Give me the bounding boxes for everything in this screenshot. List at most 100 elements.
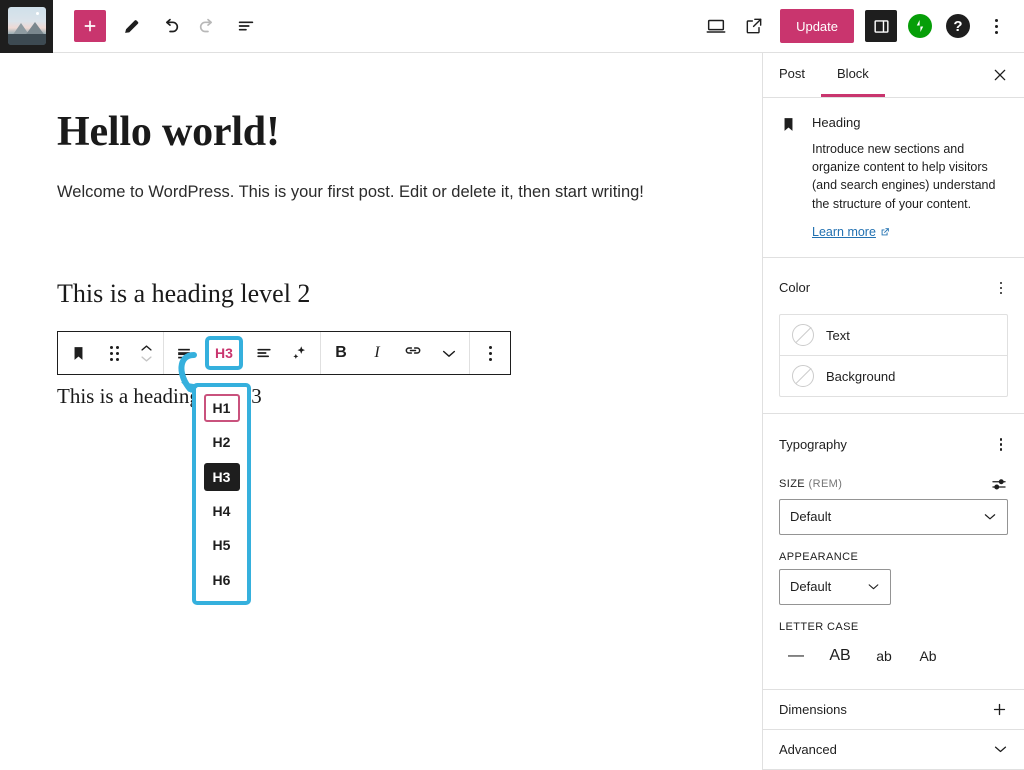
letter-case-uppercase-button[interactable]: AB (823, 639, 857, 673)
editor-canvas: Hello world! Welcome to WordPress. This … (0, 53, 762, 770)
ai-assistant-button[interactable] (282, 332, 318, 374)
settings-sidebar-toggle-button[interactable] (865, 10, 897, 42)
color-row-label: Text (826, 327, 850, 343)
block-mover[interactable] (132, 343, 161, 364)
color-row-background[interactable]: Background (780, 355, 1007, 396)
edit-tool-button[interactable] (114, 8, 150, 44)
dimensions-section-row[interactable]: Dimensions (763, 690, 1024, 730)
tab-block[interactable]: Block (821, 53, 885, 97)
bold-button[interactable]: B (323, 332, 359, 374)
heading-bookmark-icon (784, 118, 793, 131)
chevron-up-icon[interactable] (139, 343, 154, 353)
top-bar-right-tools: Update ? (698, 8, 1024, 44)
italic-button[interactable]: I (359, 332, 395, 374)
color-row-text[interactable]: Text (780, 315, 1007, 355)
block-transform-button[interactable] (166, 332, 202, 374)
desktop-preview-icon (706, 19, 726, 33)
typography-options-button[interactable] (994, 430, 1009, 459)
post-title[interactable]: Hello world! (57, 109, 280, 155)
block-toolbar-group-block (58, 332, 163, 374)
heading-level-2-block[interactable]: This is a heading level 2 (57, 279, 310, 309)
link-button[interactable] (395, 332, 431, 374)
learn-more-label: Learn more (812, 224, 876, 239)
sparkles-icon (293, 346, 305, 359)
editor-top-bar: Update ? (0, 0, 1024, 53)
document-overview-button[interactable] (228, 8, 264, 44)
mountain-ridge-shape (7, 34, 46, 45)
drag-handle-button[interactable] (96, 332, 132, 374)
tab-post[interactable]: Post (763, 53, 821, 97)
redo-button[interactable] (190, 8, 226, 44)
help-button[interactable]: ? (946, 14, 970, 38)
close-sidebar-button[interactable] (984, 59, 1016, 91)
chevron-down-icon (868, 584, 879, 590)
size-label-group: SIZE (REM) (779, 478, 842, 490)
letter-case-none-button[interactable]: — (779, 639, 813, 673)
undo-icon (165, 18, 179, 33)
update-button[interactable]: Update (780, 9, 854, 43)
view-post-button[interactable] (736, 8, 772, 44)
jetpack-button[interactable] (908, 14, 932, 38)
heading-level-option-h4[interactable]: H4 (204, 497, 240, 525)
redo-icon (199, 18, 213, 33)
heading-level-option-h6[interactable]: H6 (204, 566, 240, 594)
chevron-down-icon (442, 350, 456, 357)
color-options-list: Text Background (779, 314, 1008, 398)
chevron-down-icon[interactable] (993, 744, 1008, 754)
appearance-select[interactable]: Default (779, 568, 891, 605)
advanced-title: Advanced (779, 741, 837, 757)
no-color-swatch-icon (792, 365, 814, 388)
undo-button[interactable] (152, 8, 188, 44)
typography-section-title: Typography (779, 436, 847, 452)
site-icon-button[interactable] (0, 0, 53, 53)
appearance-value: Default (790, 579, 832, 595)
paragraph-block[interactable]: Welcome to WordPress. This is your first… (57, 179, 697, 205)
chevron-down-icon[interactable] (139, 354, 154, 364)
block-card-title: Heading (812, 115, 861, 130)
site-icon-image (7, 7, 46, 45)
top-bar-left-tools (53, 8, 264, 44)
block-card-description: Introduce new sections and organize cont… (812, 142, 996, 211)
align-text-button[interactable] (246, 332, 282, 374)
learn-more-link[interactable]: Learn more (812, 225, 890, 239)
block-toolbar-group-format: H3 (163, 332, 320, 374)
add-block-button[interactable] (74, 10, 106, 42)
block-card-section: Heading Introduce new sections and organ… (763, 98, 1024, 258)
size-unit: (REM) (808, 477, 843, 490)
font-size-select[interactable]: Default (779, 498, 1008, 535)
heading-level-option-h5[interactable]: H5 (204, 531, 240, 559)
typography-section-header: Typography (779, 430, 1008, 459)
heading-level-button[interactable]: H3 (205, 336, 243, 370)
letter-case-lowercase-button[interactable]: ab (867, 639, 901, 673)
heading-level-option-h1[interactable]: H1 (203, 394, 240, 423)
preview-button[interactable] (698, 8, 734, 44)
plus-icon[interactable] (991, 701, 1008, 718)
chevron-down-icon (984, 514, 996, 520)
color-section-header: Color (779, 274, 1008, 303)
block-toolbar-group-options (469, 332, 510, 374)
color-options-button[interactable] (994, 274, 1009, 303)
size-settings-sliders-icon[interactable] (990, 475, 1008, 493)
typography-section: Typography SIZE (REM) Default APPEARANCE… (763, 414, 1024, 690)
block-card-header: Heading Introduce new sections and organ… (779, 114, 1008, 241)
more-rich-text-button[interactable] (431, 332, 467, 374)
vertical-dots-icon (488, 345, 492, 361)
plus-icon (84, 20, 96, 32)
heading-level-option-h3[interactable]: H3 (203, 462, 240, 491)
no-color-swatch-icon (792, 324, 814, 347)
advanced-section-row[interactable]: Advanced (763, 730, 1024, 770)
letter-case-options: — AB ab Ab (779, 639, 1008, 673)
color-section: Color Text Background (763, 258, 1024, 415)
block-type-button[interactable] (60, 332, 96, 374)
font-size-value: Default (790, 509, 832, 525)
external-link-icon (746, 18, 762, 34)
list-view-icon (238, 21, 254, 31)
paragraph-transform-icon (178, 348, 190, 359)
heading-level-option-h2[interactable]: H2 (204, 428, 240, 456)
block-toolbar: H3 B I (57, 331, 511, 375)
heading-level-dropdown: H1 H2 H3 H4 H5 H6 (192, 383, 251, 605)
block-options-button[interactable] (472, 332, 508, 374)
letter-case-capitalize-button[interactable]: Ab (911, 639, 945, 673)
editor-options-button[interactable] (978, 8, 1014, 44)
external-link-icon (881, 227, 889, 236)
